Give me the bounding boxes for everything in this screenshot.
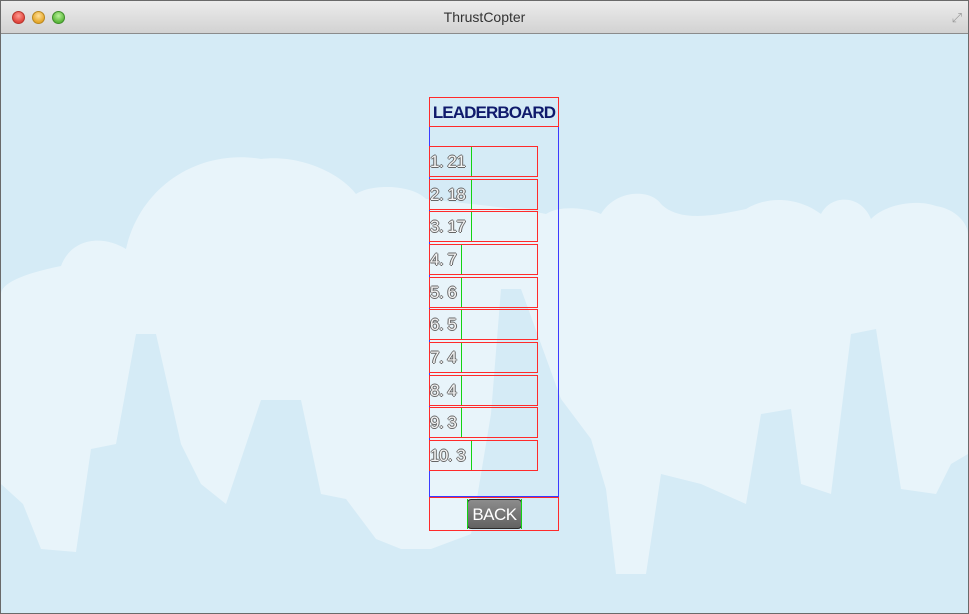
score-entry: 9. 3 [430,413,457,432]
cell-boundary [461,408,462,437]
score-entry: 4. 7 [430,250,457,269]
score-entry: 8. 4 [430,381,457,400]
score-row: 4. 7 [429,244,538,275]
back-button-label: BACK [472,505,517,524]
cell-boundary [521,499,522,529]
cell-boundary [461,310,462,339]
score-row: 10. 3 [429,440,538,471]
score-row: 5. 6 [429,277,538,308]
cell-boundary [471,441,472,470]
cell-boundary [461,376,462,405]
back-button[interactable]: BACK [467,499,522,529]
score-row: 6. 5 [429,309,538,340]
game-canvas: LEADERBOARD 1. 21 2. 18 3. 17 4. 7 5. 6 … [1,34,968,613]
cell-boundary [471,212,472,241]
score-entry: 5. 6 [430,283,457,302]
score-entry: 1. 21 [430,152,466,171]
app-window: ThrustCopter ⤢ LEADERBOARD 1. 21 2. 18 3… [0,0,969,614]
leaderboard-title: LEADERBOARD [432,103,556,122]
score-row: 3. 17 [429,211,538,242]
score-entry: 10. 3 [430,446,466,465]
back-button-cell: BACK [429,497,559,531]
cell-boundary [471,147,472,176]
fullscreen-icon[interactable]: ⤢ [952,10,962,26]
cell-boundary [461,278,462,307]
score-entry: 7. 4 [430,348,457,367]
score-row: 7. 4 [429,342,538,373]
score-row: 8. 4 [429,375,538,406]
title-bar: ThrustCopter ⤢ [1,1,968,34]
score-entry: 2. 18 [430,185,466,204]
cell-boundary [461,245,462,274]
score-entry: 3. 17 [430,217,466,236]
leaderboard-title-cell: LEADERBOARD [429,97,559,127]
score-row: 9. 3 [429,407,538,438]
score-entry: 6. 5 [430,315,457,334]
score-row: 2. 18 [429,179,538,210]
score-row: 1. 21 [429,146,538,177]
window-title: ThrustCopter [443,9,526,25]
cell-boundary [461,343,462,372]
cell-boundary [471,180,472,209]
